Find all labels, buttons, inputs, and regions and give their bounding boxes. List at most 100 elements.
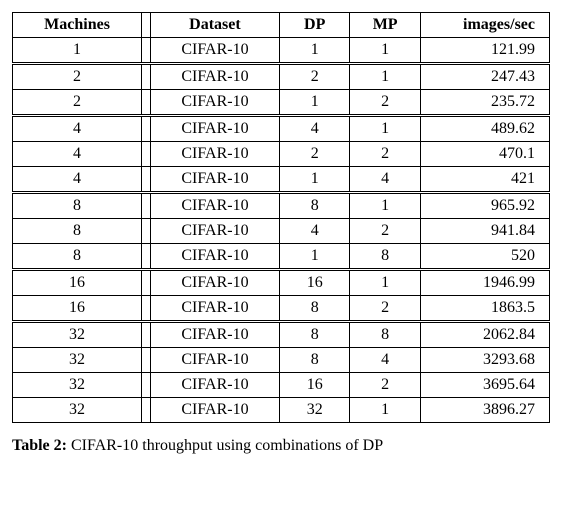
cell-ips: 1863.5 [420, 296, 549, 322]
cell-dp: 8 [280, 348, 350, 373]
cell-dataset: CIFAR-10 [150, 244, 279, 270]
cell-mp: 1 [350, 270, 420, 296]
cell-gap [142, 142, 151, 167]
cell-dataset: CIFAR-10 [150, 373, 279, 398]
table-row: 2CIFAR-1012235.72 [13, 90, 550, 116]
cell-dp: 8 [280, 322, 350, 348]
cell-dataset: CIFAR-10 [150, 38, 279, 64]
cell-machines: 16 [13, 270, 142, 296]
cell-gap [142, 90, 151, 116]
cell-dp: 2 [280, 64, 350, 90]
cell-mp: 1 [350, 398, 420, 423]
cell-dataset: CIFAR-10 [150, 348, 279, 373]
cell-dp: 2 [280, 142, 350, 167]
table-row: 16CIFAR-10821863.5 [13, 296, 550, 322]
cell-dp: 16 [280, 270, 350, 296]
cell-gap [142, 219, 151, 244]
cell-machines: 8 [13, 219, 142, 244]
cell-gap [142, 270, 151, 296]
cell-gap [142, 167, 151, 193]
results-table: Machines Dataset DP MP images/sec 1CIFAR… [12, 12, 550, 423]
cell-mp: 4 [350, 167, 420, 193]
cell-mp: 4 [350, 348, 420, 373]
cell-mp: 2 [350, 373, 420, 398]
cell-dataset: CIFAR-10 [150, 193, 279, 219]
cell-mp: 1 [350, 116, 420, 142]
col-header-dataset: Dataset [150, 13, 279, 38]
cell-machines: 4 [13, 116, 142, 142]
cell-mp: 1 [350, 38, 420, 64]
cell-ips: 1946.99 [420, 270, 549, 296]
cell-ips: 121.99 [420, 38, 549, 64]
cell-mp: 8 [350, 322, 420, 348]
col-header-dp: DP [280, 13, 350, 38]
table-row: 4CIFAR-1014421 [13, 167, 550, 193]
cell-machines: 2 [13, 90, 142, 116]
cell-mp: 1 [350, 64, 420, 90]
cell-machines: 16 [13, 296, 142, 322]
cell-machines: 4 [13, 142, 142, 167]
cell-machines: 32 [13, 373, 142, 398]
cell-gap [142, 348, 151, 373]
cell-ips: 2062.84 [420, 322, 549, 348]
cell-gap [142, 373, 151, 398]
cell-dataset: CIFAR-10 [150, 270, 279, 296]
cell-machines: 32 [13, 322, 142, 348]
cell-dataset: CIFAR-10 [150, 116, 279, 142]
caption-label: Table 2: [12, 437, 67, 454]
col-header-ips: images/sec [420, 13, 549, 38]
cell-dataset: CIFAR-10 [150, 296, 279, 322]
cell-dp: 8 [280, 296, 350, 322]
table-row: 16CIFAR-101611946.99 [13, 270, 550, 296]
cell-ips: 235.72 [420, 90, 549, 116]
table-body: 1CIFAR-1011121.992CIFAR-1021247.432CIFAR… [13, 38, 550, 423]
cell-dp: 1 [280, 244, 350, 270]
table-row: 1CIFAR-1011121.99 [13, 38, 550, 64]
cell-ips: 3896.27 [420, 398, 549, 423]
col-gap [142, 13, 151, 38]
table-row: 4CIFAR-1041489.62 [13, 116, 550, 142]
cell-gap [142, 38, 151, 64]
cell-dp: 1 [280, 167, 350, 193]
cell-dataset: CIFAR-10 [150, 64, 279, 90]
col-header-machines: Machines [13, 13, 142, 38]
cell-machines: 2 [13, 64, 142, 90]
cell-dp: 4 [280, 116, 350, 142]
table-row: 32CIFAR-10882062.84 [13, 322, 550, 348]
cell-machines: 32 [13, 398, 142, 423]
cell-machines: 8 [13, 244, 142, 270]
cell-dp: 1 [280, 38, 350, 64]
cell-dataset: CIFAR-10 [150, 398, 279, 423]
cell-dp: 1 [280, 90, 350, 116]
cell-machines: 32 [13, 348, 142, 373]
cell-mp: 2 [350, 90, 420, 116]
cell-dataset: CIFAR-10 [150, 142, 279, 167]
cell-mp: 1 [350, 193, 420, 219]
cell-dataset: CIFAR-10 [150, 322, 279, 348]
cell-gap [142, 64, 151, 90]
cell-ips: 965.92 [420, 193, 549, 219]
cell-mp: 2 [350, 142, 420, 167]
table-row: 2CIFAR-1021247.43 [13, 64, 550, 90]
table-caption: Table 2: CIFAR-10 throughput using combi… [12, 437, 550, 455]
cell-ips: 470.1 [420, 142, 549, 167]
caption-text: CIFAR-10 throughput using combinations o… [71, 437, 383, 454]
cell-gap [142, 398, 151, 423]
table-row: 8CIFAR-1042941.84 [13, 219, 550, 244]
cell-gap [142, 193, 151, 219]
table-row: 32CIFAR-101623695.64 [13, 373, 550, 398]
cell-dataset: CIFAR-10 [150, 167, 279, 193]
cell-ips: 421 [420, 167, 549, 193]
cell-ips: 3293.68 [420, 348, 549, 373]
cell-dp: 32 [280, 398, 350, 423]
cell-gap [142, 322, 151, 348]
table-header-row: Machines Dataset DP MP images/sec [13, 13, 550, 38]
col-header-mp: MP [350, 13, 420, 38]
cell-ips: 941.84 [420, 219, 549, 244]
cell-machines: 8 [13, 193, 142, 219]
cell-dataset: CIFAR-10 [150, 219, 279, 244]
cell-gap [142, 244, 151, 270]
cell-ips: 520 [420, 244, 549, 270]
cell-ips: 247.43 [420, 64, 549, 90]
cell-ips: 489.62 [420, 116, 549, 142]
